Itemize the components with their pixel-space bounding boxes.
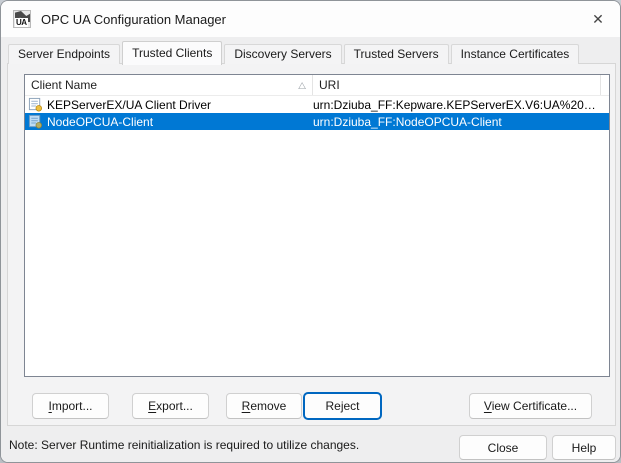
tab-trusted-clients[interactable]: Trusted Clients (122, 41, 223, 65)
window-title: OPC UA Configuration Manager (41, 11, 226, 27)
app-icon-ua-label: UA (15, 18, 28, 27)
view-certificate-button[interactable]: View Certificate... (469, 393, 592, 419)
tab-page-trusted-clients: Client Name △ URI KEPServerEX/UA Client … (7, 63, 616, 426)
client-name-cell: NodeOPCUA-Client (47, 114, 154, 129)
list-row-kepserverex[interactable]: KEPServerEX/UA Client Driver urn:Dziuba_… (25, 96, 609, 113)
remove-button[interactable]: Remove (226, 393, 302, 419)
app-icon: UA (13, 10, 31, 28)
tab-instance-certificates[interactable]: Instance Certificates (450, 44, 580, 64)
footer: Note: Server Runtime reinitialization is… (1, 427, 620, 462)
certificate-icon (28, 114, 42, 129)
column-header-client-name-label: Client Name (31, 78, 98, 92)
reject-button[interactable]: Reject (304, 393, 381, 419)
list-row-nodeopcua[interactable]: NodeOPCUA-Client urn:Dziuba_FF:NodeOPCUA… (25, 113, 609, 130)
close-dialog-button[interactable]: Close (459, 435, 547, 460)
column-header-filler (601, 75, 609, 95)
note-text: Note: Server Runtime reinitialization is… (9, 438, 360, 452)
column-header-uri-label: URI (319, 78, 340, 92)
sort-ascending-icon: △ (298, 80, 306, 90)
titlebar: UA OPC UA Configuration Manager ✕ (1, 1, 620, 37)
tab-trusted-servers[interactable]: Trusted Servers (343, 44, 449, 64)
column-header-uri[interactable]: URI (313, 75, 601, 95)
window-close-button[interactable]: ✕ (576, 1, 620, 37)
uri-cell: urn:Dziuba_FF:NodeOPCUA-Client (313, 114, 502, 129)
trusted-clients-list[interactable]: Client Name △ URI KEPServerEX/UA Client … (24, 74, 610, 377)
tab-discovery-servers[interactable]: Discovery Servers (224, 44, 342, 64)
tab-server-endpoints[interactable]: Server Endpoints (8, 44, 121, 64)
import-button[interactable]: Import... (32, 393, 109, 419)
list-header: Client Name △ URI (25, 75, 609, 96)
uri-cell: urn:Dziuba_FF:Kepware.KEPServerEX.V6:UA%… (313, 97, 601, 112)
export-button[interactable]: Export... (132, 393, 209, 419)
client-name-cell: KEPServerEX/UA Client Driver (47, 97, 212, 112)
column-header-client-name[interactable]: Client Name △ (25, 75, 313, 95)
opcua-configuration-manager-window: UA OPC UA Configuration Manager ✕ Server… (0, 0, 621, 463)
help-button[interactable]: Help (552, 435, 616, 460)
tab-strip: Server Endpoints Trusted Clients Discove… (8, 40, 581, 65)
close-icon: ✕ (592, 10, 604, 27)
certificate-icon (28, 97, 42, 112)
